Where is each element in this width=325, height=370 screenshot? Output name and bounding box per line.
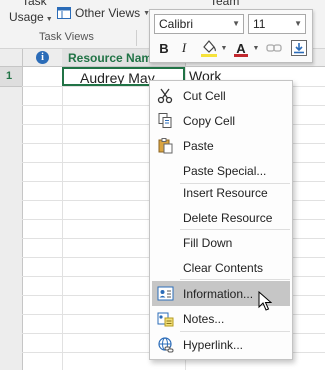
task-usage-label: Usage	[9, 10, 44, 24]
notes-icon	[157, 312, 174, 327]
menu-item-label: Insert Resource	[183, 186, 268, 200]
other-views-button[interactable]: Other Views ▼	[57, 6, 150, 20]
ribbon-divider	[136, 30, 137, 46]
menu-item-cut-cell[interactable]: Cut Cell	[150, 83, 292, 108]
indicators-column-header[interactable]: i	[23, 49, 63, 66]
resource-name-value: Audrey May	[80, 70, 155, 86]
font-name-value: Calibri	[159, 17, 194, 31]
font-size-combobox[interactable]: 11 ▼	[248, 14, 306, 34]
chevron-down-icon[interactable]: ▼	[294, 19, 302, 28]
chevron-down-icon: ▼	[45, 16, 53, 23]
resource-name-header-label: Resource Name	[68, 51, 159, 65]
context-menu: Cut Cell Copy Cell Paste Paste Special..…	[149, 80, 293, 360]
clipboard-icon	[158, 138, 173, 154]
menu-item-label: Cut Cell	[183, 89, 226, 103]
scroll-to-task-button[interactable]	[290, 38, 308, 58]
menu-item-paste[interactable]: Paste	[150, 133, 292, 158]
menu-item-label: Information...	[183, 287, 254, 301]
menu-separator	[180, 279, 290, 280]
menu-item-copy-cell[interactable]: Copy Cell	[150, 108, 292, 133]
menu-item-label: Paste Special...	[183, 164, 267, 178]
link-tasks-icon[interactable]	[266, 38, 282, 58]
menu-item-label: Fill Down	[183, 236, 233, 250]
task-usage-button[interactable]: Usage ▼	[9, 10, 53, 24]
info-icon: i	[36, 51, 49, 64]
menu-item-label: Copy Cell	[183, 114, 236, 128]
chevron-down-icon[interactable]: ▼	[220, 38, 228, 58]
other-views-icon	[57, 7, 71, 19]
fill-color-swatch	[201, 54, 217, 57]
scissors-icon	[157, 88, 173, 104]
background-color-button[interactable]	[200, 38, 218, 58]
menu-item-delete-resource[interactable]: Delete Resource	[150, 205, 292, 230]
menu-item-fill-down[interactable]: Fill Down	[150, 230, 292, 255]
chevron-down-icon[interactable]: ▼	[252, 38, 260, 58]
font-color-button[interactable]: A	[233, 38, 249, 58]
row-number[interactable]: 1	[0, 67, 22, 87]
row-header-column: 1	[0, 67, 23, 370]
hyperlink-icon	[158, 337, 174, 353]
row-number-label: 1	[6, 70, 13, 82]
mouse-pointer-icon	[258, 291, 272, 311]
menu-item-label: Clear Contents	[183, 261, 264, 275]
copy-icon	[158, 113, 172, 128]
ribbon-group-label: Task Views	[39, 31, 94, 43]
menu-item-label: Paste	[183, 139, 214, 153]
information-card-icon	[157, 286, 174, 301]
menu-item-insert-resource[interactable]: Insert Resource	[150, 180, 292, 205]
font-color-swatch	[234, 54, 248, 57]
italic-button[interactable]: I	[176, 38, 192, 58]
bold-button[interactable]: B	[156, 38, 172, 58]
select-all-corner[interactable]	[0, 49, 23, 66]
mini-toolbar: Calibri ▼ 11 ▼ B I ▼ A ▼	[149, 9, 313, 63]
chevron-down-icon[interactable]: ▼	[232, 19, 240, 28]
scroll-to-task-icon	[291, 40, 307, 56]
font-name-combobox[interactable]: Calibri ▼	[154, 14, 244, 34]
other-views-label: Other Views	[75, 6, 141, 20]
task-usage-button-top-label[interactable]: Task	[22, 0, 47, 8]
menu-item-label: Hyperlink...	[183, 338, 244, 352]
mini-toolbar-format-row: B I ▼ A ▼	[154, 38, 308, 58]
menu-item-label: Notes...	[183, 312, 225, 326]
team-planner-button-label[interactable]: Team	[210, 0, 239, 8]
font-size-value: 11	[253, 17, 266, 31]
chain-link-icon	[266, 44, 282, 52]
menu-item-label: Delete Resource	[183, 211, 273, 225]
menu-item-hyperlink[interactable]: Hyperlink...	[150, 332, 292, 357]
menu-item-clear-contents[interactable]: Clear Contents	[150, 255, 292, 280]
